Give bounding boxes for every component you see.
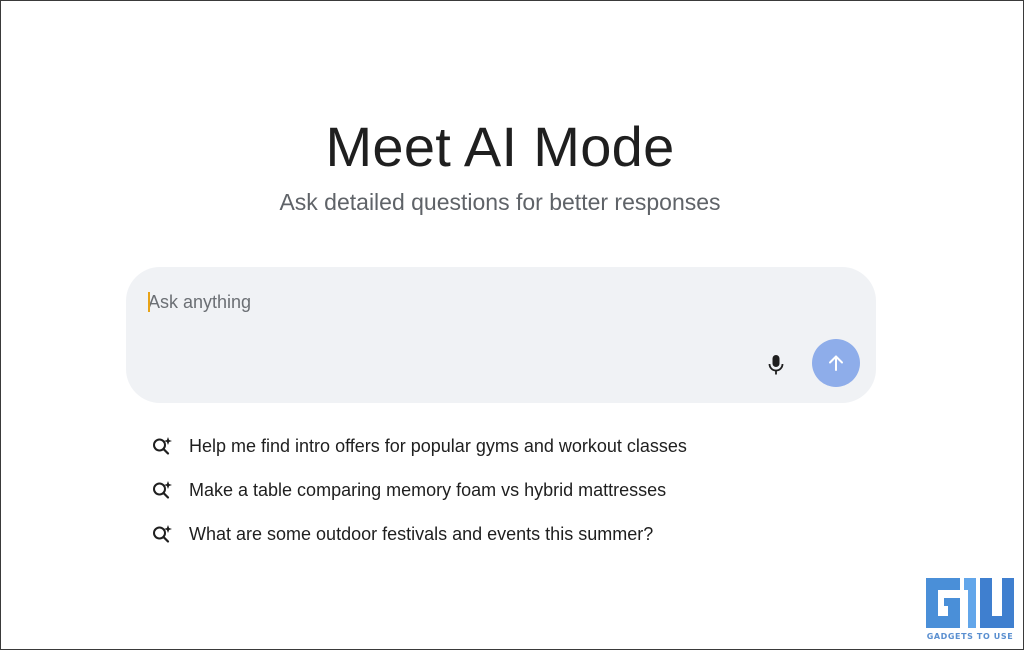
ask-anything-input[interactable] <box>148 287 748 317</box>
arrow-up-icon <box>829 355 843 371</box>
page-subtitle: Ask detailed questions for better respon… <box>279 189 721 215</box>
prompt-box[interactable] <box>126 267 876 403</box>
sparkle-search-icon <box>150 478 174 502</box>
suggestion-item[interactable]: What are some outdoor festivals and even… <box>150 512 790 556</box>
sparkle-search-icon <box>150 434 174 458</box>
send-button[interactable] <box>812 339 860 387</box>
gadgets-to-use-mark <box>926 578 1014 628</box>
watermark-text: GADGETS TO USE <box>926 632 1014 641</box>
suggestion-label: What are some outdoor festivals and even… <box>189 523 654 544</box>
sparkle-search-icon <box>150 522 174 546</box>
page-title: Meet AI Mode <box>325 115 675 178</box>
suggestion-item[interactable]: Make a table comparing memory foam vs hy… <box>150 468 790 512</box>
suggestion-label: Make a table comparing memory foam vs hy… <box>189 479 667 500</box>
voice-input-button[interactable] <box>758 347 794 383</box>
suggestion-list: Help me find intro offers for popular gy… <box>150 424 790 556</box>
text-cursor <box>148 292 150 312</box>
suggestion-label: Help me find intro offers for popular gy… <box>189 435 687 456</box>
microphone-icon <box>768 355 784 375</box>
gadgets-to-use-logo: GADGETS TO USE <box>920 574 1020 646</box>
suggestion-item[interactable]: Help me find intro offers for popular gy… <box>150 424 790 468</box>
